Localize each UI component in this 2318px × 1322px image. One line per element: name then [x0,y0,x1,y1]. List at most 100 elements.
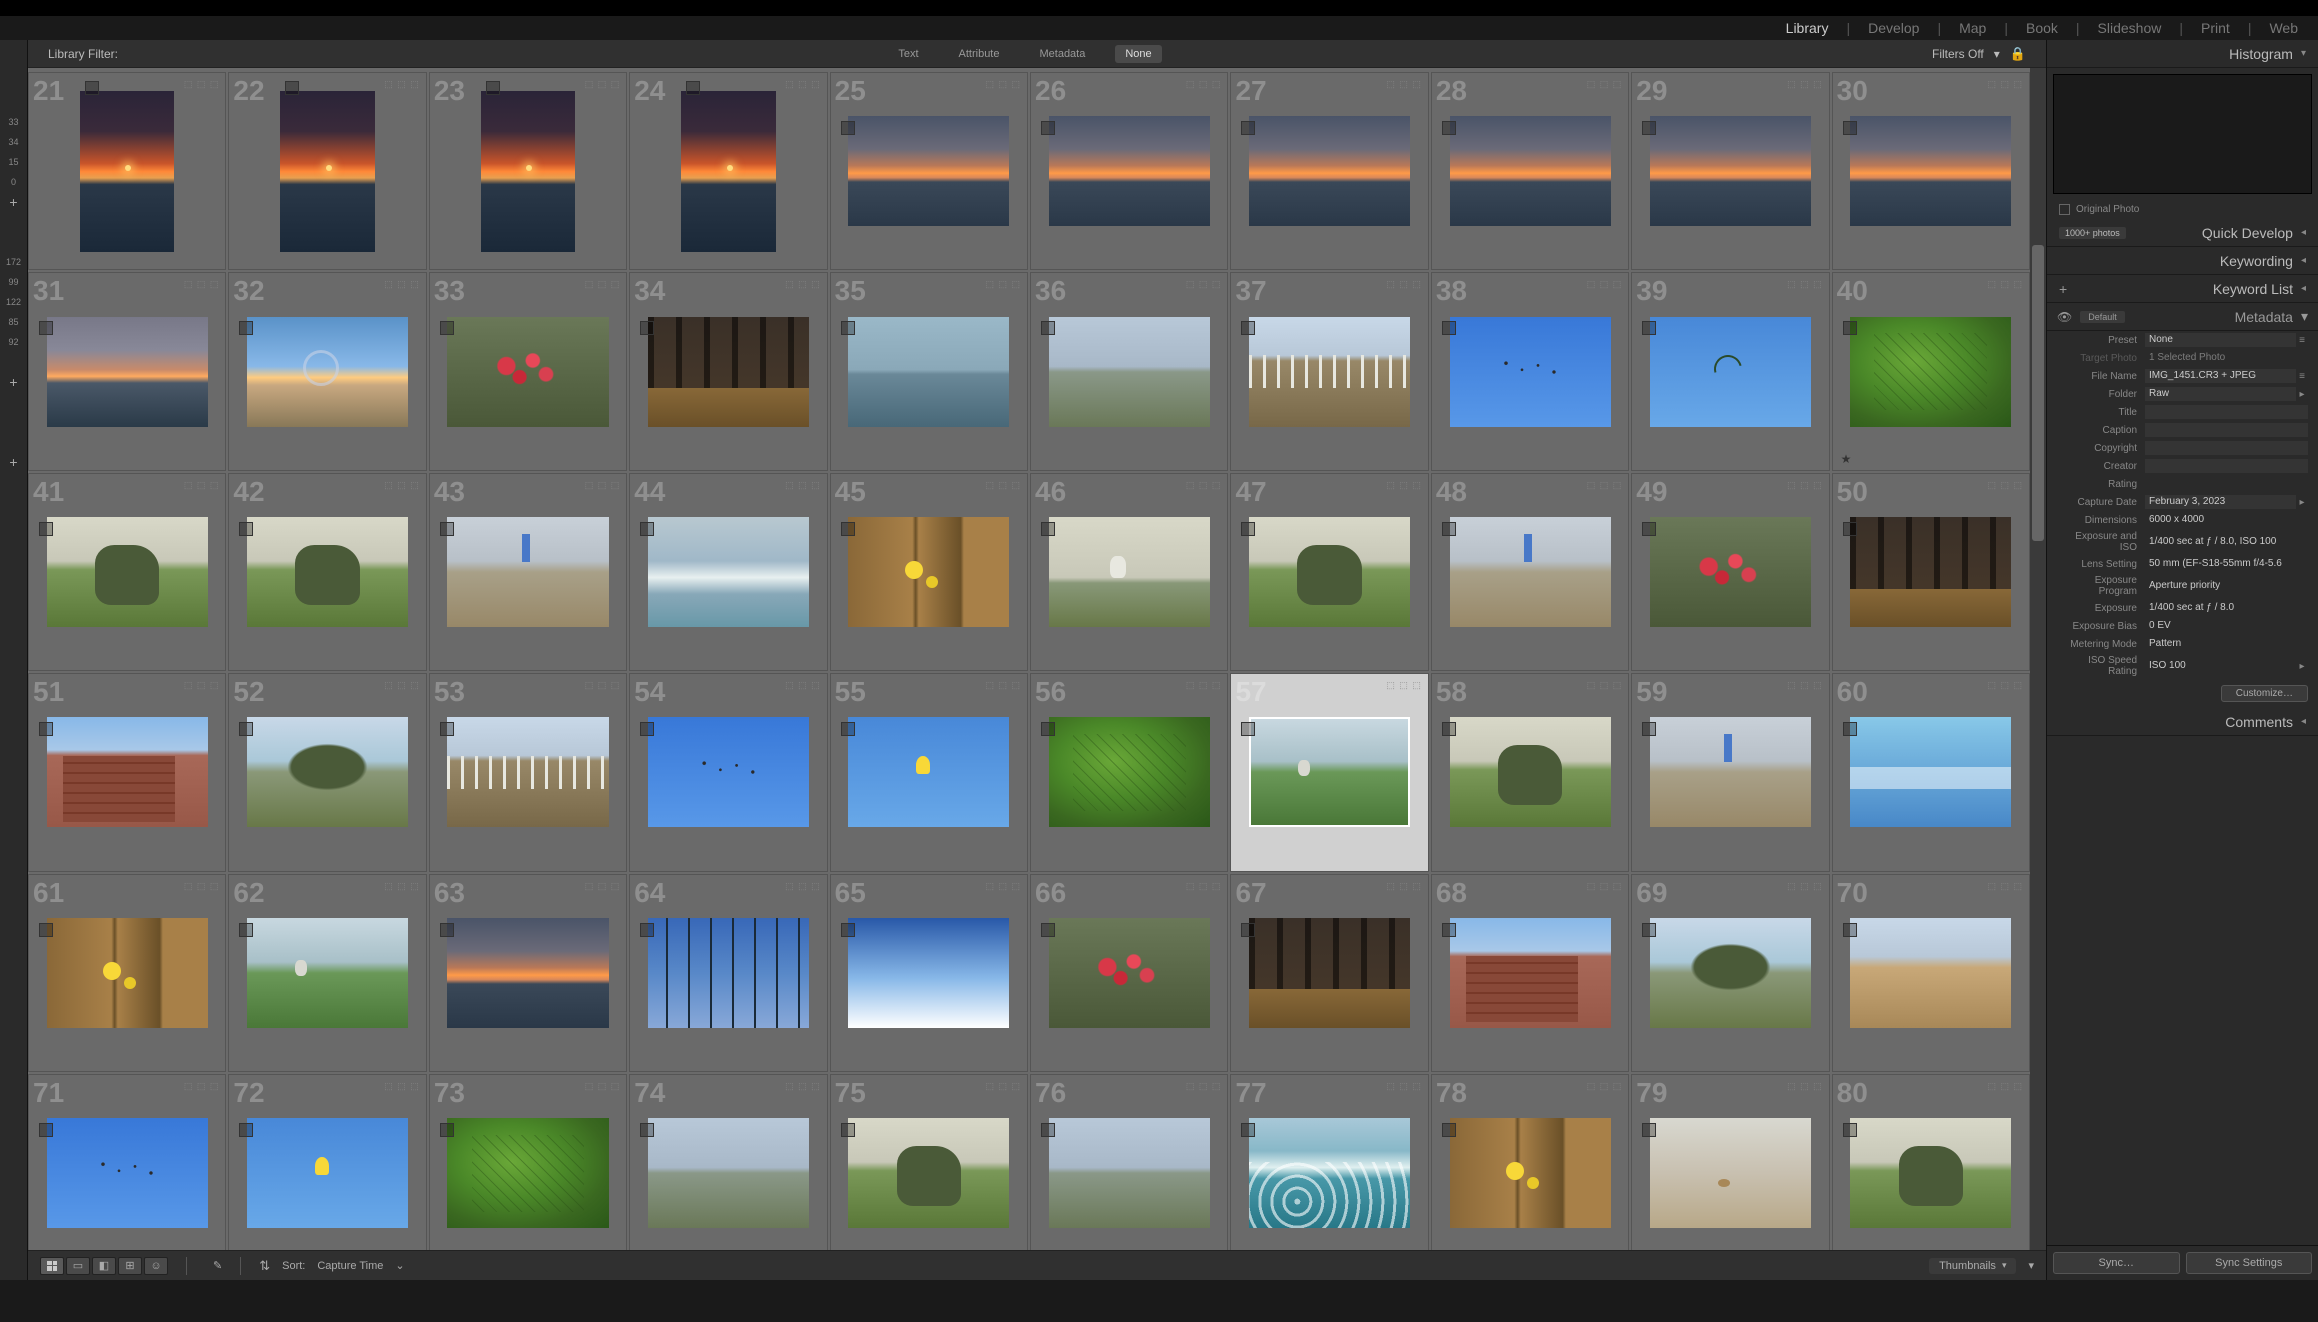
thumbnail[interactable] [848,918,1009,1028]
thumbnail[interactable] [247,317,408,427]
thumbnail[interactable] [848,517,1009,627]
grid-cell[interactable]: 78⬚ ⬚ ⬚ [1431,1074,1629,1250]
grid-cell[interactable]: 76⬚ ⬚ ⬚ [1030,1074,1228,1250]
thumbnail[interactable] [1049,317,1210,427]
thumbnail[interactable] [1450,717,1611,827]
grid-cell[interactable]: 28⬚ ⬚ ⬚ [1431,72,1629,270]
grid-cell[interactable]: 25⬚ ⬚ ⬚ [830,72,1028,270]
thumbnail[interactable] [1650,317,1811,427]
metadata-value[interactable] [2145,441,2308,455]
sync-settings-button[interactable]: Sync Settings [2186,1252,2313,1274]
thumbnail[interactable] [47,317,208,427]
thumbnail[interactable] [1049,517,1210,627]
add-icon[interactable]: + [0,192,27,212]
add-icon[interactable]: + [0,452,27,472]
filter-tab-attribute[interactable]: Attribute [949,45,1010,63]
grid-cell[interactable]: 34⬚ ⬚ ⬚ [629,272,827,470]
grid-cell[interactable]: 56⬚ ⬚ ⬚ [1030,673,1228,871]
grid-cell[interactable]: 49⬚ ⬚ ⬚ [1631,473,1829,671]
keyword-list-header[interactable]: + Keyword List ◂ [2047,275,2318,303]
grid-cell[interactable]: 45⬚ ⬚ ⬚ [830,473,1028,671]
thumbnail[interactable] [1249,317,1410,427]
thumbnail[interactable] [681,91,775,252]
thumbnail[interactable] [648,918,809,1028]
add-icon[interactable]: + [0,372,27,392]
thumbnail[interactable] [1650,717,1811,827]
grid-cell[interactable]: 74⬚ ⬚ ⬚ [629,1074,827,1250]
thumbnail[interactable] [1650,517,1811,627]
thumbnail[interactable] [1049,918,1210,1028]
grid-cell[interactable]: 54⬚ ⬚ ⬚ [629,673,827,871]
grid-cell[interactable]: 32⬚ ⬚ ⬚ [228,272,426,470]
sync-button[interactable]: Sync… [2053,1252,2180,1274]
thumbnail[interactable] [1450,317,1611,427]
module-slideshow[interactable]: Slideshow [2098,20,2162,36]
survey-view-button[interactable]: ⊞ [118,1257,142,1275]
thumbnail[interactable] [1850,918,2011,1028]
grid-cell[interactable]: 73⬚ ⬚ ⬚ [429,1074,627,1250]
action-icon[interactable]: ▸ [2296,389,2308,400]
grid-view-button[interactable] [40,1257,64,1275]
grid-cell[interactable]: 70⬚ ⬚ ⬚ [1832,874,2030,1072]
customize-button[interactable]: Customize… [2221,685,2308,702]
grid-cell[interactable]: 22⬚ ⬚ ⬚ [228,72,426,270]
grid-cell[interactable]: 39⬚ ⬚ ⬚ [1631,272,1829,470]
thumbnail[interactable] [1249,116,1410,226]
grid-cell[interactable]: 50⬚ ⬚ ⬚ [1832,473,2030,671]
grid-view[interactable]: 21⬚ ⬚ ⬚22⬚ ⬚ ⬚23⬚ ⬚ ⬚24⬚ ⬚ ⬚25⬚ ⬚ ⬚26⬚ ⬚… [28,68,2030,1250]
metadata-value[interactable]: IMG_1451.CR3 + JPEG [2145,369,2296,383]
grid-cell[interactable]: 37⬚ ⬚ ⬚ [1230,272,1428,470]
module-print[interactable]: Print [2201,20,2230,36]
thumbnail[interactable] [1049,116,1210,226]
grid-cell[interactable]: 65⬚ ⬚ ⬚ [830,874,1028,1072]
grid-cell[interactable]: 41⬚ ⬚ ⬚ [28,473,226,671]
thumbnail[interactable] [47,918,208,1028]
thumbnail[interactable] [648,1118,809,1228]
metadata-value[interactable] [2145,459,2308,473]
grid-cell[interactable]: 59⬚ ⬚ ⬚ [1631,673,1829,871]
grid-cell[interactable]: 31⬚ ⬚ ⬚ [28,272,226,470]
thumbnail[interactable] [1049,1118,1210,1228]
loupe-view-button[interactable]: ▭ [66,1257,90,1275]
vertical-scrollbar[interactable] [2030,68,2046,1250]
metadata-value[interactable] [2145,405,2308,419]
thumbnail[interactable] [1450,918,1611,1028]
grid-cell[interactable]: 43⬚ ⬚ ⬚ [429,473,627,671]
thumbnail[interactable] [1249,717,1410,827]
grid-cell[interactable]: 69⬚ ⬚ ⬚ [1631,874,1829,1072]
grid-cell[interactable]: 57⬚ ⬚ ⬚ [1230,673,1428,871]
action-icon[interactable]: ▸ [2296,497,2308,508]
thumbnail[interactable] [1249,918,1410,1028]
keywording-header[interactable]: Keywording ◂ [2047,247,2318,275]
grid-cell[interactable]: 53⬚ ⬚ ⬚ [429,673,627,871]
comments-header[interactable]: Comments ◂ [2047,708,2318,736]
module-library[interactable]: Library [1786,20,1829,36]
original-photo-row[interactable]: Original Photo [2047,200,2318,219]
module-book[interactable]: Book [2026,20,2058,36]
thumbnail-size-select[interactable]: Thumbnails ▾ [1929,1258,2016,1274]
thumbnail[interactable] [848,1118,1009,1228]
sort-value[interactable]: Capture Time [317,1260,383,1272]
grid-cell[interactable]: 71⬚ ⬚ ⬚ [28,1074,226,1250]
grid-cell[interactable]: 30⬚ ⬚ ⬚ [1832,72,2030,270]
histogram-header[interactable]: Histogram ▾ [2047,40,2318,68]
thumbnail[interactable] [1850,1118,2011,1228]
grid-cell[interactable]: 68⬚ ⬚ ⬚ [1431,874,1629,1072]
thumbnail[interactable] [47,1118,208,1228]
grid-cell[interactable]: 33⬚ ⬚ ⬚ [429,272,627,470]
thumbnail[interactable] [848,317,1009,427]
grid-cell[interactable]: 38⬚ ⬚ ⬚ [1431,272,1629,470]
grid-cell[interactable]: 77⬚ ⬚ ⬚ [1230,1074,1428,1250]
metadata-value[interactable]: February 3, 2023 [2145,495,2296,509]
thumbnail[interactable] [247,918,408,1028]
grid-cell[interactable]: 24⬚ ⬚ ⬚ [629,72,827,270]
grid-cell[interactable]: 27⬚ ⬚ ⬚ [1230,72,1428,270]
thumbnail[interactable] [1450,116,1611,226]
thumbnail[interactable] [1650,116,1811,226]
thumbnail[interactable] [1850,717,2011,827]
grid-cell[interactable]: 58⬚ ⬚ ⬚ [1431,673,1629,871]
plus-icon[interactable]: + [2059,281,2067,297]
thumbnail[interactable] [447,918,608,1028]
grid-cell[interactable]: 63⬚ ⬚ ⬚ [429,874,627,1072]
thumbnail[interactable] [247,1118,408,1228]
